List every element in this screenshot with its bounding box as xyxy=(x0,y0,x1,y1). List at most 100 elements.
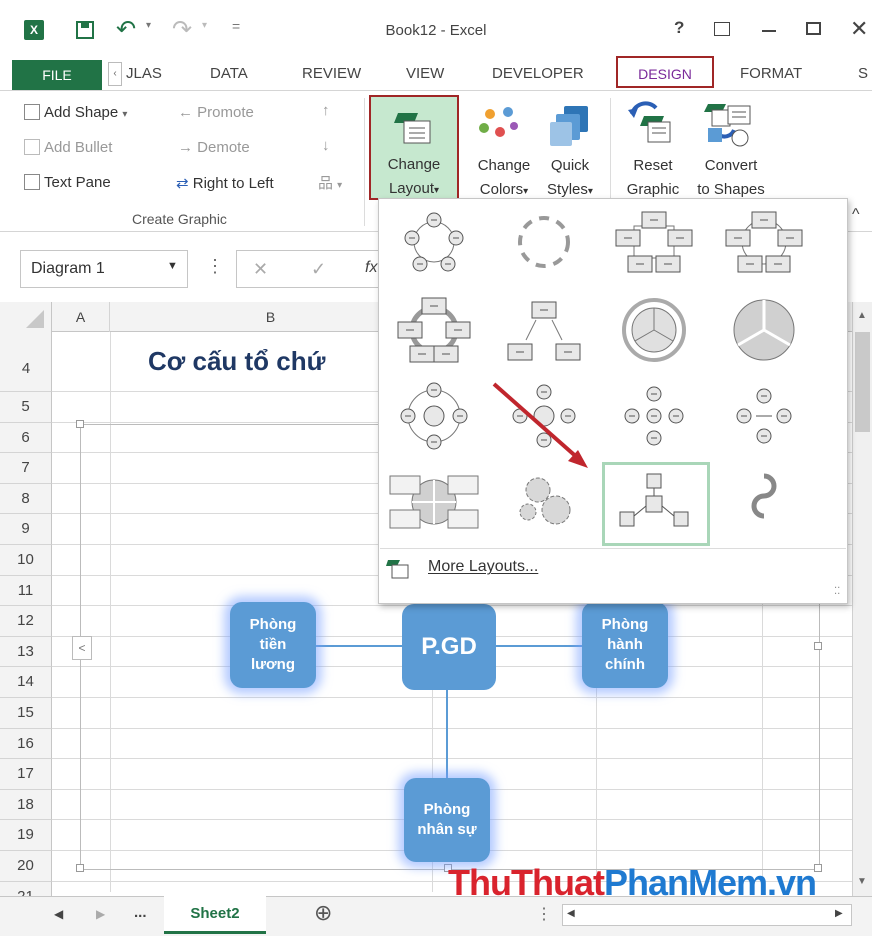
row-header-7[interactable]: 7 xyxy=(0,453,52,484)
ribbon-display-options-icon[interactable] xyxy=(714,22,730,36)
layout-thumb-segmented-cycle xyxy=(622,298,686,362)
sheet-tab-sheet2[interactable]: Sheet2 xyxy=(164,896,266,934)
tab-file[interactable]: FILE xyxy=(12,60,102,90)
add-shape-button[interactable]: Add Shape ▾ xyxy=(24,104,127,121)
row-header-19[interactable]: 19 xyxy=(0,820,52,851)
demote-label: Demote xyxy=(197,139,250,156)
row-header-16[interactable]: 16 xyxy=(0,728,52,760)
vertical-scrollbar[interactable]: ▲ ▼ xyxy=(852,302,872,896)
text-pane-button[interactable]: Text Pane xyxy=(24,174,111,191)
tab-developer[interactable]: DEVELOPER xyxy=(492,62,584,86)
row-header-10[interactable]: 10 xyxy=(0,545,52,576)
layout-thumb-radial-venn xyxy=(736,388,792,444)
quick-styles-button[interactable]: Quick Styles▾ xyxy=(538,154,602,204)
resize-grip-icon[interactable]: ⁚⁚ xyxy=(834,586,840,597)
scroll-right-icon[interactable]: ▶ xyxy=(835,908,843,919)
tab-formulas[interactable]: JLAS xyxy=(126,62,162,86)
select-all-button[interactable] xyxy=(0,302,52,332)
column-header-a[interactable]: A xyxy=(52,302,110,332)
ribbon-separator xyxy=(610,98,611,202)
row-header-20[interactable]: 20 xyxy=(0,851,52,882)
tab-format[interactable]: FORMAT xyxy=(740,62,802,86)
row-header-12[interactable]: 12 xyxy=(0,606,52,637)
new-sheet-icon[interactable]: ⊕ xyxy=(314,900,332,926)
scroll-left-icon[interactable]: ◀ xyxy=(567,908,575,919)
more-sheets-button[interactable]: ... xyxy=(134,904,147,921)
change-colors-icon xyxy=(479,107,518,137)
change-layout-button[interactable]: Change Layout▾ xyxy=(369,95,459,200)
row-header-14[interactable]: 14 xyxy=(0,667,52,698)
org-node-phong-tien-luong[interactable]: Phòng tiền lương xyxy=(230,602,316,688)
maximize-icon[interactable] xyxy=(806,22,821,35)
layout-gallery-icon xyxy=(386,560,409,579)
tab-more[interactable]: S xyxy=(858,62,868,86)
convert-to-shapes-button[interactable]: Convert to Shapes xyxy=(686,154,776,202)
org-node-phong-nhan-su[interactable]: Phòng nhân sự xyxy=(404,778,490,862)
minimize-icon[interactable] xyxy=(762,30,776,32)
layout-thumb-basic-cycle xyxy=(404,212,464,272)
chevron-down-icon: ▾ xyxy=(122,109,128,120)
tab-view[interactable]: VIEW xyxy=(406,62,444,86)
org-node-phong-hanh-chinh[interactable]: Phòng hành chính xyxy=(582,602,668,688)
enter-icon: ✓ xyxy=(311,259,327,279)
row-header-11[interactable]: 11 xyxy=(0,575,52,607)
help-icon[interactable]: ? xyxy=(674,18,684,38)
change-colors-button[interactable]: Change Colors▾ xyxy=(466,154,542,204)
chevron-down-icon[interactable]: ▼ xyxy=(167,260,178,272)
add-bullet-label: Add Bullet xyxy=(44,139,113,156)
next-sheet-icon[interactable]: ▶ xyxy=(96,907,105,921)
reset-graphic-button[interactable]: Reset Graphic xyxy=(616,154,690,202)
collapse-ribbon-icon[interactable]: ^ xyxy=(852,206,860,224)
resize-handle[interactable] xyxy=(76,864,84,872)
name-box-value: Diagram 1 xyxy=(31,260,105,277)
prev-sheet-icon[interactable]: ◀ xyxy=(54,907,63,921)
row-header-5[interactable]: 5 xyxy=(0,392,52,423)
sheet-title-cell[interactable]: Cơ cấu tổ chứ xyxy=(148,346,325,377)
row-header-4-cell[interactable]: 4 xyxy=(0,332,52,392)
layout-thumb-basic-radial xyxy=(512,384,576,448)
insert-function-icon[interactable]: fx xyxy=(365,259,377,277)
layout-thumb-diverging-radial xyxy=(624,386,684,446)
resize-handle[interactable] xyxy=(814,642,822,650)
right-to-left-label: Right to Left xyxy=(192,175,274,192)
promote-button: ← Promote xyxy=(178,104,254,121)
gallery-separator xyxy=(380,548,846,549)
row-header-6[interactable]: 6 xyxy=(0,422,52,454)
formula-bar-options-icon[interactable]: ⋮ xyxy=(206,256,224,277)
right-to-left-button[interactable]: ⇄ Right to Left xyxy=(176,174,274,192)
row-header-15[interactable]: 15 xyxy=(0,698,52,729)
row-header-9[interactable]: 9 xyxy=(0,514,52,545)
cancel-icon: ✕ xyxy=(253,259,269,279)
more-layouts-label: More Layouts... xyxy=(428,558,539,575)
tab-data[interactable]: DATA xyxy=(210,62,248,86)
quick-styles-icon xyxy=(550,106,588,146)
tab-scroll-left-icon[interactable]: ‹ xyxy=(108,62,122,86)
name-box[interactable]: Diagram 1 ▼ xyxy=(20,250,188,288)
scroll-thumb[interactable] xyxy=(855,332,870,432)
row-header-8[interactable]: 8 xyxy=(0,483,52,515)
layout-thumb-hierarchy-selected[interactable] xyxy=(602,462,710,546)
tab-review[interactable]: REVIEW xyxy=(302,62,361,86)
tab-split-handle[interactable]: ⋮ xyxy=(536,904,552,924)
layout-thumb-continuous-cycle xyxy=(397,297,471,363)
move-down-icon: ↓ xyxy=(322,137,330,154)
add-shape-label: Add Shape xyxy=(44,104,119,121)
convert-to-shapes-icon xyxy=(704,104,751,147)
scroll-up-icon[interactable]: ▲ xyxy=(857,310,867,321)
more-layouts-button[interactable]: More Layouts... xyxy=(386,556,844,582)
row-header-13[interactable]: 13 xyxy=(0,636,52,668)
text-pane-icon xyxy=(24,174,40,190)
change-layout-label: Change Layout▾ xyxy=(387,156,441,197)
tab-design[interactable]: DESIGN xyxy=(616,56,714,88)
row-header-17[interactable]: 17 xyxy=(0,759,52,790)
org-node-pgd[interactable]: P.GD xyxy=(402,604,496,690)
close-icon[interactable]: ✕ xyxy=(850,16,868,42)
layout-thumb-block-cycle xyxy=(615,211,693,273)
horizontal-scrollbar[interactable]: ◀ ▶ xyxy=(562,904,852,926)
promote-label: Promote xyxy=(197,104,254,121)
resize-handle[interactable] xyxy=(76,420,84,428)
text-pane-toggle[interactable]: < xyxy=(72,636,92,660)
swap-arrows-icon: ⇄ xyxy=(176,175,189,192)
row-header-18[interactable]: 18 xyxy=(0,789,52,821)
scroll-down-icon[interactable]: ▼ xyxy=(857,876,867,887)
